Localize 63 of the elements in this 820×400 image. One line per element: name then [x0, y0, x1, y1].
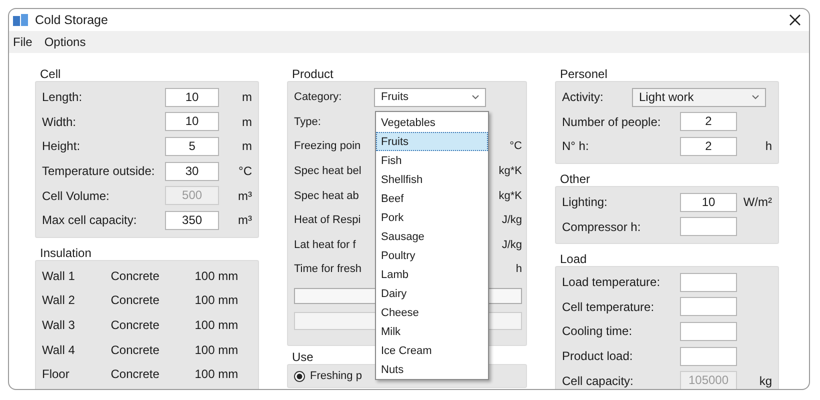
unit-label: J/kg	[502, 238, 522, 251]
group-title: Insulation	[39, 246, 92, 260]
material-label: Concrete	[110, 293, 160, 308]
group-title: Product	[291, 67, 334, 81]
field-label: Activity:	[562, 90, 604, 104]
field-label: Cooling time:	[562, 324, 634, 338]
wall-label: Floor	[42, 367, 70, 382]
unit-label: m³	[237, 213, 252, 228]
unit-label: kg	[758, 374, 772, 388]
field-label: Compressor h:	[562, 220, 642, 234]
unit-label: °C	[510, 140, 522, 152]
field-label: Cell temperature:	[562, 300, 656, 314]
window-title: Cold Storage	[35, 13, 108, 27]
field-label: Spec heat bel	[294, 165, 362, 178]
unit-label: h	[764, 139, 772, 154]
wall-label: Wall 2	[42, 293, 76, 308]
field-label: Cell capacity:	[562, 374, 634, 388]
group-title: Personel	[559, 67, 608, 81]
field-label: Freezing poin	[294, 140, 362, 152]
group-title: Use	[291, 350, 314, 364]
group-title: Cell	[39, 67, 61, 81]
material-label: Concrete	[110, 367, 160, 382]
wall-label: Wall 1	[42, 268, 76, 283]
field-label: Lat heat for f	[294, 238, 357, 251]
thickness-label: 100 mm	[194, 318, 240, 332]
unit-label: m	[241, 114, 252, 129]
material-label: Concrete	[110, 268, 160, 283]
field-label: Category:	[294, 91, 343, 104]
material-label: Concrete	[110, 342, 160, 357]
field-label: Temperature outside:	[42, 164, 156, 178]
field-label: Cell Volume:	[42, 188, 110, 203]
unit-label: m	[241, 90, 252, 104]
group-title: Load	[559, 252, 587, 266]
field-label: N° h:	[562, 139, 590, 154]
material-label: Concrete	[110, 318, 160, 332]
thickness-label: 100 mm	[194, 367, 240, 382]
unit-label: J/kg	[502, 214, 522, 226]
field-label: Time for fresh	[294, 263, 362, 276]
group-title: Other	[559, 172, 590, 186]
field-label: Max cell capacity:	[42, 213, 138, 228]
field-label: Heat of Respi	[294, 214, 362, 226]
field-label: Type:	[294, 116, 322, 128]
unit-label: W/m²	[742, 195, 772, 210]
wall-label: Wall 4	[42, 342, 76, 357]
thickness-label: 100 mm	[194, 268, 240, 283]
wall-label: Wall 3	[42, 318, 76, 332]
thickness-label: 100 mm	[194, 342, 240, 357]
unit-label: h	[516, 263, 522, 276]
unit-label: m³	[237, 188, 252, 203]
unit-label: °C	[238, 164, 252, 178]
unit-label: kg*K	[498, 165, 522, 178]
field-label: Product load:	[562, 349, 634, 364]
unit-label: kg*K	[498, 190, 522, 202]
field-label: Number of people:	[562, 114, 662, 129]
field-label: Width:	[42, 114, 78, 129]
field-label: Load temperature:	[562, 275, 662, 290]
field-label: Lighting:	[562, 195, 608, 210]
field-label: Spec heat ab	[294, 190, 360, 202]
field-label: Length:	[42, 90, 84, 104]
thickness-label: 100 mm	[194, 293, 240, 308]
field-label: Height:	[42, 139, 82, 154]
unit-label: m	[241, 139, 252, 154]
radio-label: Freshing p	[310, 370, 362, 382]
